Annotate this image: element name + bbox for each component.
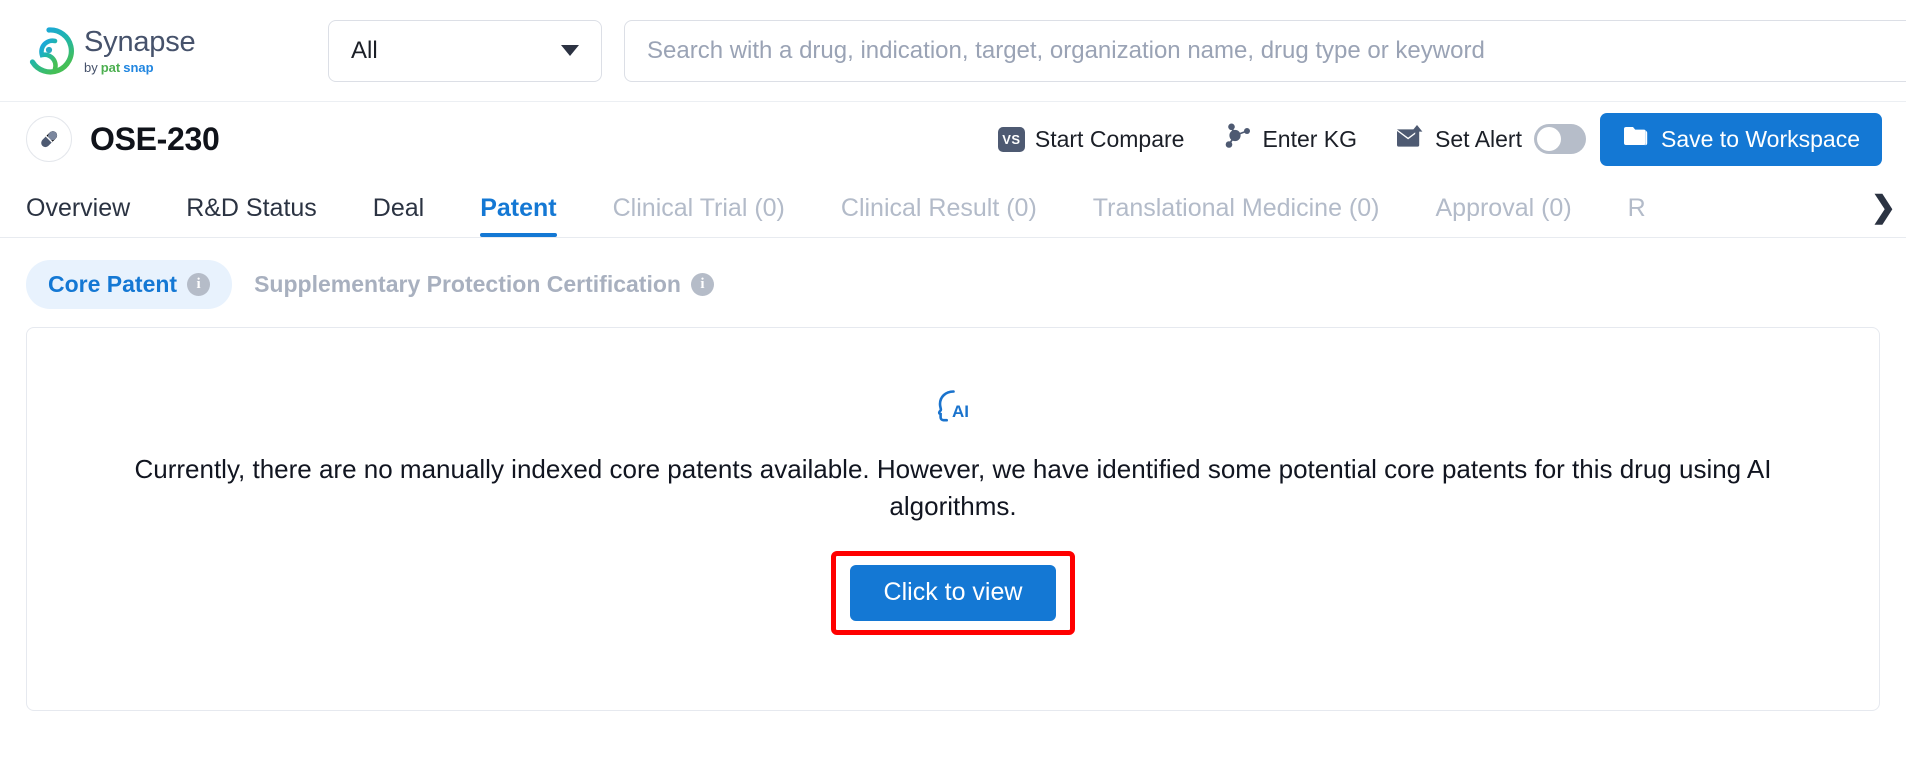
drug-header: OSE-230 VS Start Compare Enter KG Set Al… xyxy=(0,102,1906,176)
click-to-view-highlight: Click to view xyxy=(830,550,1076,635)
info-icon[interactable]: i xyxy=(690,273,714,296)
set-alert-toggle[interactable] xyxy=(1533,124,1586,154)
tab-more-truncated[interactable]: R xyxy=(1628,194,1646,237)
capsule-icon xyxy=(26,116,72,162)
search-scope-select[interactable]: All xyxy=(328,19,602,82)
subtab-core-patent-label: Core Patent xyxy=(48,271,178,297)
enter-kg-button[interactable]: Enter KG xyxy=(1222,123,1357,155)
info-icon[interactable]: i xyxy=(187,273,211,296)
core-patent-empty-card: AI Currently, there are no manually inde… xyxy=(26,327,1880,711)
tab-approval[interactable]: Approval (0) xyxy=(1435,194,1571,237)
page-title: OSE-230 xyxy=(90,120,220,157)
tab-rd-status[interactable]: R&D Status xyxy=(186,194,317,237)
start-compare-button[interactable]: VS Start Compare xyxy=(997,125,1185,153)
enter-kg-label: Enter KG xyxy=(1262,125,1358,152)
brand-logo[interactable]: Synapse by pat snap xyxy=(24,26,312,76)
primary-tabs: Overview R&D Status Deal Patent Clinical… xyxy=(0,176,1906,238)
tab-patent[interactable]: Patent xyxy=(480,194,558,237)
tab-deal[interactable]: Deal xyxy=(373,194,424,237)
svg-text:AI: AI xyxy=(952,402,969,421)
chevron-down-icon xyxy=(561,45,579,56)
subtab-spc-label: Supplementary Protection Certification xyxy=(254,271,681,297)
search-input-placeholder: Search with a drug, indication, target, … xyxy=(647,36,1485,64)
subtab-supplementary-protection-certification[interactable]: Supplementary Protection Certification i xyxy=(232,260,736,309)
save-to-workspace-label: Save to Workspace xyxy=(1660,125,1860,152)
start-compare-label: Start Compare xyxy=(1034,125,1185,152)
save-to-workspace-button[interactable]: Save to Workspace xyxy=(1599,112,1882,166)
ai-head-icon: AI xyxy=(932,386,974,431)
tab-clinical-trial[interactable]: Clinical Trial (0) xyxy=(613,194,785,237)
vs-icon: VS xyxy=(997,126,1025,152)
set-alert-label: Set Alert xyxy=(1435,125,1522,152)
patent-subtabs: Core Patent i Supplementary Protection C… xyxy=(0,238,1906,309)
folder-icon xyxy=(1622,125,1649,153)
toggle-knob xyxy=(1536,127,1561,151)
set-alert-control[interactable]: Set Alert xyxy=(1395,123,1586,155)
empty-state-message: Currently, there are no manually indexed… xyxy=(134,454,1772,521)
tab-overview[interactable]: Overview xyxy=(26,194,130,237)
chevron-right-icon[interactable]: ❯ xyxy=(1871,190,1896,225)
synapse-swirl-logo-icon xyxy=(24,26,74,76)
subtab-core-patent[interactable]: Core Patent i xyxy=(26,260,233,309)
search-scope-value: All xyxy=(351,36,378,64)
knowledge-graph-icon xyxy=(1222,123,1252,155)
search-input-wrap[interactable]: Search with a drug, indication, target, … xyxy=(624,19,1906,82)
top-search-bar: Synapse by pat snap All Search with a drug… xyxy=(0,0,1906,102)
brand-name: Synapse xyxy=(84,25,196,58)
click-to-view-button[interactable]: Click to view xyxy=(849,564,1057,621)
envelope-alert-icon xyxy=(1395,123,1425,155)
brand-pat: pat xyxy=(100,59,121,75)
header-actions: VS Start Compare Enter KG Set Alert Save… xyxy=(997,112,1882,166)
tab-translational-medicine[interactable]: Translational Medicine (0) xyxy=(1093,194,1380,237)
tab-clinical-result[interactable]: Clinical Result (0) xyxy=(841,194,1037,237)
brand-snap: snap xyxy=(123,59,154,75)
brand-by: by xyxy=(84,59,98,75)
